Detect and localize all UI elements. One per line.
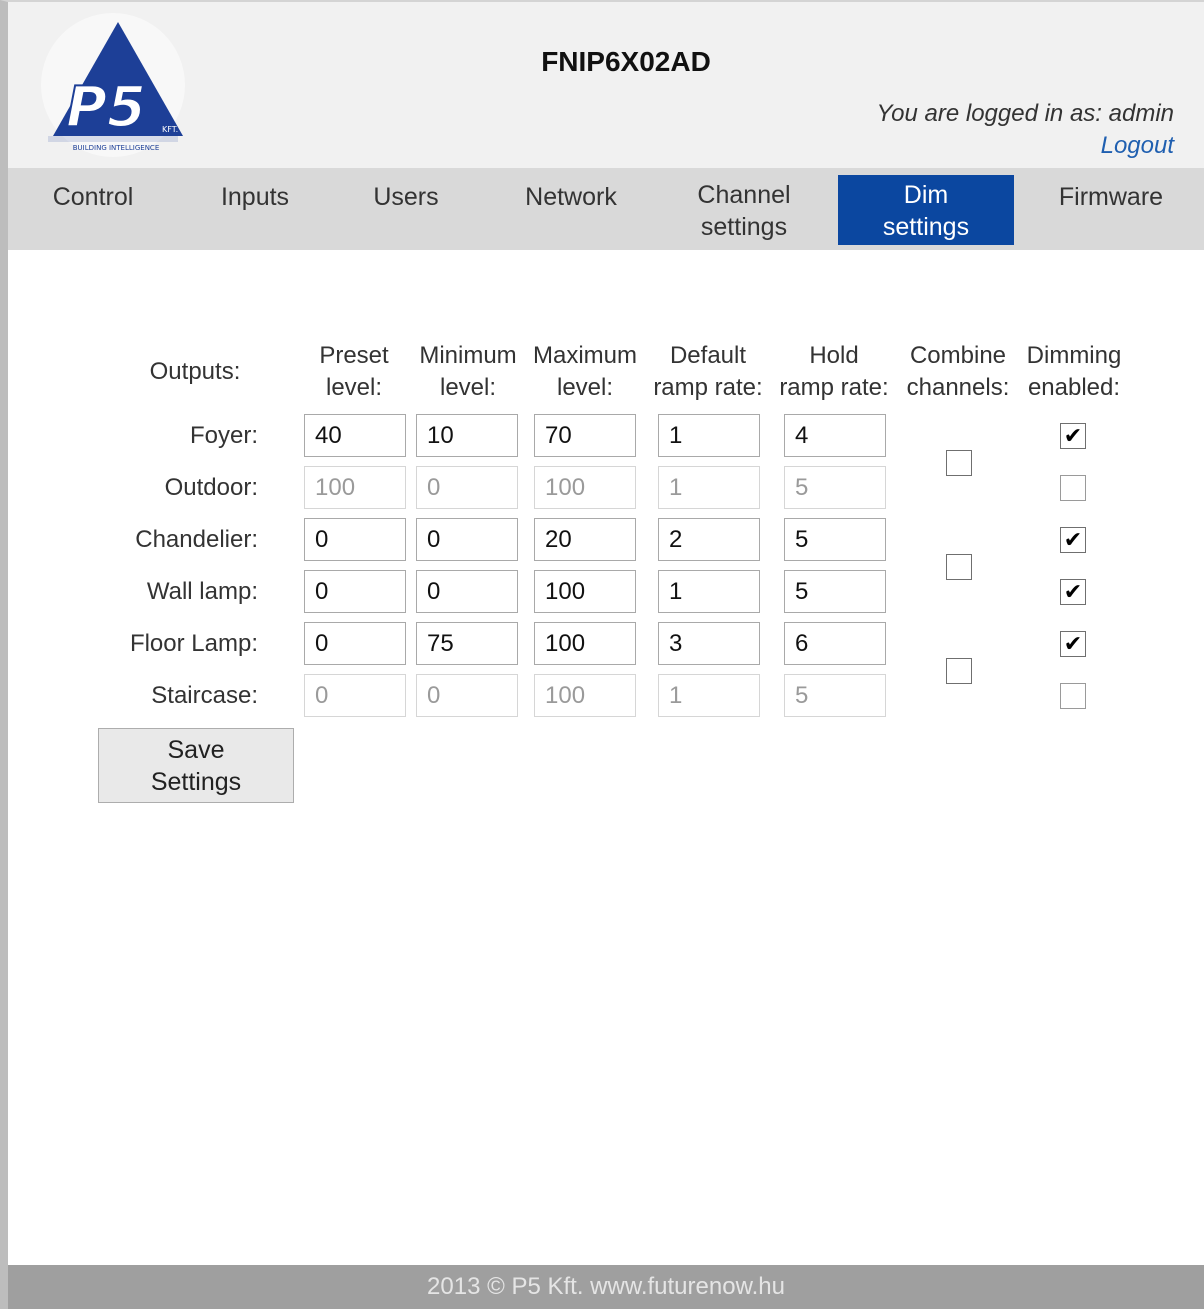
dimming-enabled-checkbox[interactable] [1060,475,1086,501]
save-settings-button[interactable]: Save Settings [98,728,294,803]
minimum-level-input[interactable] [416,622,518,665]
default-ramp-rate-input[interactable] [658,570,760,613]
hold-ramp-rate-input[interactable] [784,518,886,561]
tab-channel-settings[interactable]: Channel settings [684,175,804,245]
header-maximum-level: Maximum level: [532,342,637,401]
p5-logo: P5 KFT. BUILDING INTELLIGENCE [41,13,185,157]
row-label-wall-lamp: Wall lamp: [146,578,258,605]
hold-ramp-rate-input[interactable] [784,466,886,509]
header-preset-level: Preset level: [319,342,389,401]
header-default-ramp-rate: Default ramp rate: [653,342,763,401]
row-label-foyer: Foyer: [189,422,258,449]
preset-level-input[interactable] [304,518,406,561]
minimum-level-input[interactable] [416,414,518,457]
header-dimming-enabled: Dimming enabled: [1026,342,1122,401]
login-status: You are logged in as: admin [876,100,1174,127]
dimming-enabled-checkbox[interactable]: ✔ [1060,423,1086,449]
header: P5 KFT. BUILDING INTELLIGENCE FNIP6X02AD… [8,2,1204,168]
row-label-staircase: Staircase: [151,682,258,709]
preset-level-input[interactable] [304,570,406,613]
minimum-level-input[interactable] [416,518,518,561]
tab-dim-settings[interactable]: Dim settings [838,175,1014,245]
preset-level-input[interactable] [304,674,406,717]
hold-ramp-rate-input[interactable] [784,622,886,665]
header-outputs: Outputs: [149,358,241,385]
default-ramp-rate-input[interactable] [658,466,760,509]
maximum-level-input[interactable] [534,518,636,561]
default-ramp-rate-input[interactable] [658,518,760,561]
tab-users[interactable]: Users [358,175,454,245]
dimming-enabled-checkbox[interactable]: ✔ [1060,527,1086,553]
main-nav: Control Inputs Users Network Channel set… [8,168,1204,250]
logo-small: KFT. [162,125,178,134]
dim-settings-panel: Outputs: Preset level: Minimum level: Ma… [0,250,1204,1260]
maximum-level-input[interactable] [534,570,636,613]
hold-ramp-rate-input[interactable] [784,570,886,613]
footer-copyright: 2013 © P5 Kft. www.futurenow.hu [8,1265,1204,1309]
default-ramp-rate-input[interactable] [658,622,760,665]
minimum-level-input[interactable] [416,466,518,509]
combine-channels-checkbox[interactable] [946,554,972,580]
combine-channels-checkbox[interactable] [946,658,972,684]
tab-firmware[interactable]: Firmware [1048,175,1174,245]
hold-ramp-rate-input[interactable] [784,414,886,457]
maximum-level-input[interactable] [534,466,636,509]
row-label-chandelier: Chandelier: [135,526,258,553]
tab-inputs[interactable]: Inputs [204,175,306,245]
maximum-level-input[interactable] [534,414,636,457]
maximum-level-input[interactable] [534,622,636,665]
preset-level-input[interactable] [304,622,406,665]
header-minimum-level: Minimum level: [419,342,517,401]
preset-level-input[interactable] [304,466,406,509]
dimming-enabled-checkbox[interactable] [1060,683,1086,709]
row-label-floor-lamp: Floor Lamp: [129,630,258,657]
combine-channels-checkbox[interactable] [946,450,972,476]
minimum-level-input[interactable] [416,674,518,717]
logo-letters: P5 [66,75,146,140]
minimum-level-input[interactable] [416,570,518,613]
logout-link[interactable]: Logout [1101,132,1174,160]
tab-network[interactable]: Network [512,175,630,245]
logo-tagline: BUILDING INTELLIGENCE [73,144,160,152]
header-hold-ramp-rate: Hold ramp rate: [779,342,889,401]
default-ramp-rate-input[interactable] [658,414,760,457]
default-ramp-rate-input[interactable] [658,674,760,717]
dimming-enabled-checkbox[interactable]: ✔ [1060,631,1086,657]
maximum-level-input[interactable] [534,674,636,717]
header-combine-channels: Combine channels: [906,342,1010,401]
device-title: FNIP6X02AD [541,46,711,77]
row-label-outdoor: Outdoor: [164,474,258,501]
tab-control[interactable]: Control [36,175,150,245]
hold-ramp-rate-input[interactable] [784,674,886,717]
preset-level-input[interactable] [304,414,406,457]
dimming-enabled-checkbox[interactable]: ✔ [1060,579,1086,605]
